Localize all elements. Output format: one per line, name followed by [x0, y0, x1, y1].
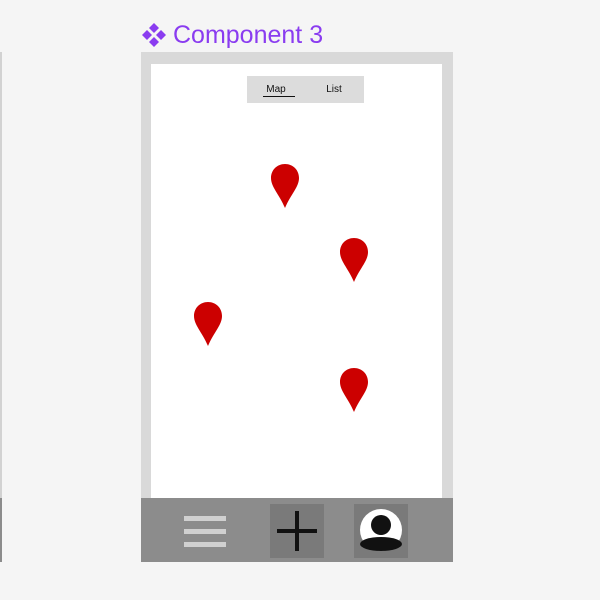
user-avatar-icon — [360, 509, 402, 551]
tab-list-label: List — [326, 84, 342, 95]
location-pin-icon[interactable] — [193, 301, 223, 347]
tab-list[interactable]: List — [305, 76, 363, 103]
component-header[interactable]: Component 3 — [141, 19, 323, 51]
adjacent-frame-edge-bottom — [0, 498, 2, 562]
component-icon — [142, 23, 166, 47]
bottom-navigation-bar — [141, 498, 453, 562]
hamburger-menu-icon — [184, 516, 226, 547]
tab-map[interactable]: Map — [247, 76, 305, 103]
view-toggle-tabs: Map List — [247, 76, 364, 103]
tab-map-label: Map — [266, 84, 286, 95]
design-canvas: Component 3 Map List — [0, 0, 600, 600]
tab-selected-indicator — [263, 96, 295, 97]
location-pin-icon[interactable] — [339, 367, 369, 413]
map-view[interactable]: Map List — [151, 64, 442, 510]
location-pin-icon[interactable] — [270, 163, 300, 209]
component-title: Component 3 — [173, 21, 324, 49]
menu-button[interactable] — [178, 504, 232, 558]
plus-icon — [277, 511, 317, 551]
profile-button[interactable] — [354, 504, 408, 558]
location-pin-icon[interactable] — [339, 237, 369, 283]
phone-frame: Map List — [141, 52, 453, 562]
adjacent-frame-edge — [0, 52, 2, 562]
add-button[interactable] — [270, 504, 324, 558]
